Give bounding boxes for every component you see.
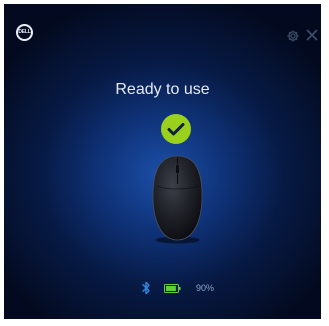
battery-percentage: 90%: [196, 283, 215, 293]
dell-logo-text: DELL: [18, 29, 31, 35]
device-status-bar: 90%: [4, 281, 321, 297]
mouse-icon: [152, 155, 203, 244]
battery-icon: [164, 284, 181, 293]
dell-logo-icon: DELL: [16, 24, 33, 41]
status-title: Ready to use: [115, 81, 210, 98]
bluetooth-icon: [142, 281, 150, 295]
peripheral-app-window: DELL Ready to use 90%: [4, 4, 321, 319]
close-icon[interactable]: [306, 29, 318, 41]
gear-icon[interactable]: [286, 29, 300, 43]
check-circle-icon: [161, 114, 191, 144]
